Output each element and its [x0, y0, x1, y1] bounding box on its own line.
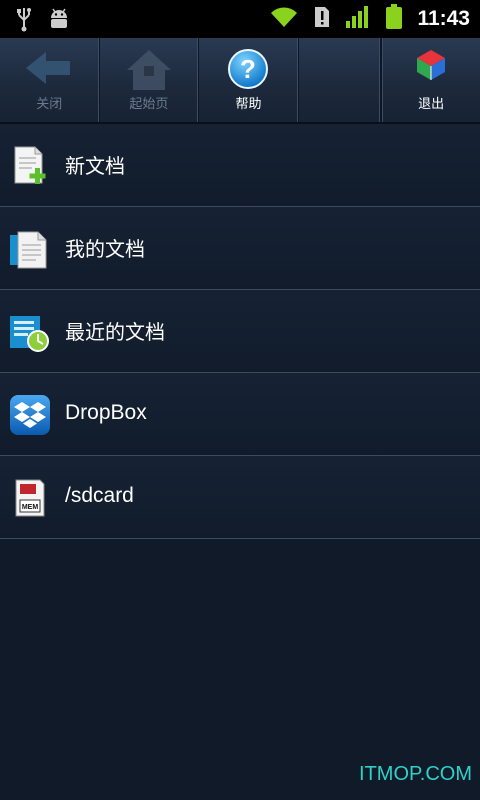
help-label: 帮助: [235, 97, 262, 112]
my-documents-icon: [10, 229, 50, 269]
list-item-recent-documents[interactable]: 最近的文档: [0, 290, 480, 373]
close-label: 关闭: [36, 97, 63, 112]
dropbox-icon: [10, 395, 50, 435]
file-location-list: 新文档 我的文档 最近的文档 DropBox MEM /sdcard: [0, 124, 480, 539]
list-item-label: /sdcard: [65, 484, 134, 507]
list-item-sdcard[interactable]: MEM /sdcard: [0, 456, 480, 539]
list-item-label: DropBox: [65, 401, 147, 424]
toolbar: 关闭 起始页 ? 帮助 退出: [0, 38, 480, 124]
list-item-label: 最近的文档: [65, 320, 165, 344]
toolbar-empty-slot: [299, 38, 382, 122]
wifi-icon: [269, 5, 299, 33]
clock: 11:43: [417, 7, 470, 30]
sim-alert-icon: [313, 5, 331, 33]
android-debug-icon: [48, 7, 70, 35]
exit-label: 退出: [418, 97, 445, 112]
list-item-label: 新文档: [65, 154, 125, 178]
recent-documents-icon: [10, 312, 50, 352]
home-icon: [125, 48, 173, 96]
exit-button[interactable]: 退出: [381, 38, 480, 122]
list-item-dropbox[interactable]: DropBox: [0, 373, 480, 456]
home-button[interactable]: 起始页: [100, 38, 200, 122]
signal-icon: [345, 5, 371, 33]
list-item-new-document[interactable]: 新文档: [0, 124, 480, 207]
svg-text:?: ?: [240, 54, 256, 84]
close-button[interactable]: 关闭: [0, 38, 100, 122]
list-item-my-documents[interactable]: 我的文档: [0, 207, 480, 290]
battery-icon: [385, 4, 403, 34]
new-document-icon: [10, 146, 50, 186]
back-arrow-icon: [24, 48, 74, 92]
help-button[interactable]: ? 帮助: [199, 38, 299, 122]
svg-text:MEM: MEM: [22, 504, 39, 511]
help-icon: ?: [227, 48, 269, 94]
sdcard-icon: MEM: [10, 478, 50, 518]
list-item-label: 我的文档: [65, 237, 145, 261]
watermark: ITMOP.COM: [359, 763, 472, 785]
status-bar: 11:43: [0, 0, 480, 38]
exit-cube-icon: [415, 48, 447, 86]
usb-icon: [14, 6, 34, 36]
